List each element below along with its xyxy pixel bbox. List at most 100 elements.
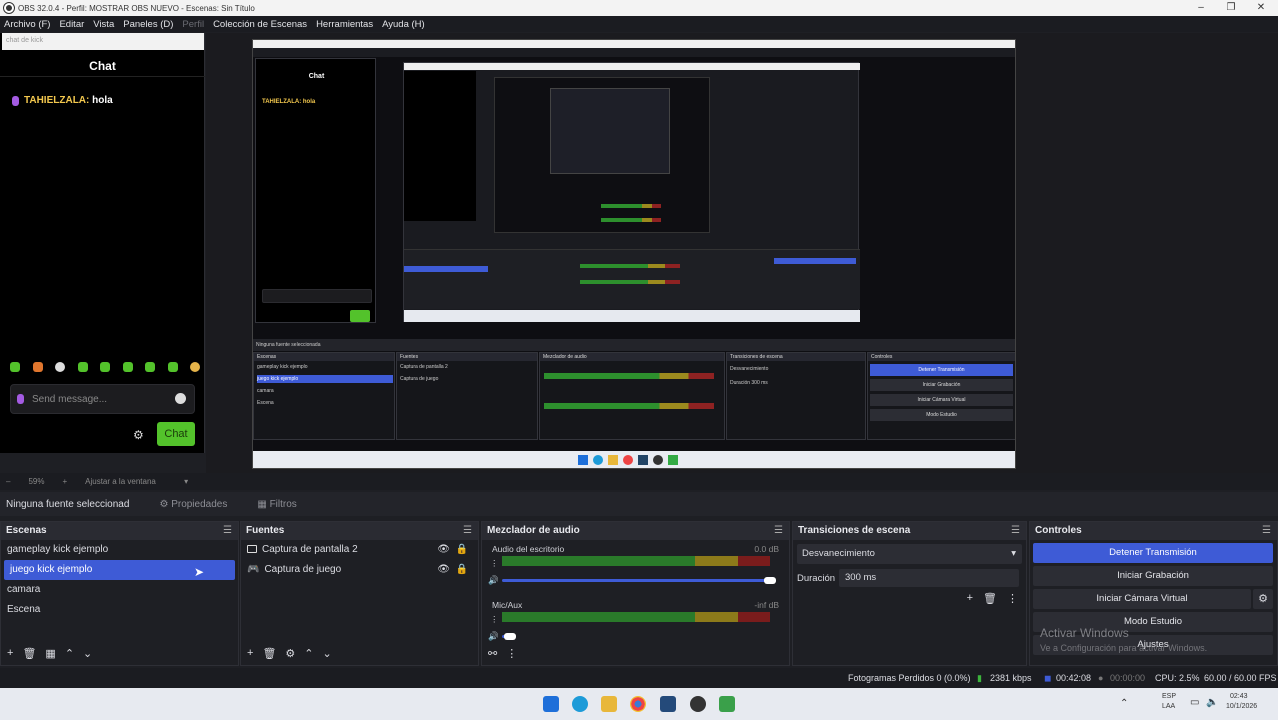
- obs-icon[interactable]: [690, 696, 706, 712]
- eye-icon[interactable]: 👁: [437, 540, 450, 560]
- scene-item[interactable]: camara: [1, 580, 238, 600]
- lock-icon[interactable]: 🔒: [456, 540, 468, 560]
- eye-icon[interactable]: 👁: [437, 560, 450, 580]
- dock-menu-icon[interactable]: ☰: [1011, 522, 1020, 540]
- lang-indicator[interactable]: ESP: [1162, 693, 1176, 700]
- dock-menu-icon[interactable]: ☰: [1262, 522, 1271, 540]
- add-icon[interactable]: +: [247, 647, 253, 660]
- zoom-level[interactable]: 59%: [28, 477, 44, 486]
- chrome-icon: [623, 455, 633, 465]
- virtual-camera-button[interactable]: Iniciar Cámara Virtual: [1033, 589, 1251, 609]
- nested-transition-row: Duración 300 ms: [730, 380, 768, 386]
- link-icon[interactable]: ⚯: [488, 647, 497, 660]
- dock-menu-icon[interactable]: ☰: [463, 522, 472, 540]
- emote-icon[interactable]: [77, 362, 88, 372]
- store-icon[interactable]: [660, 696, 676, 712]
- chevron-up-icon[interactable]: ⌃: [304, 647, 313, 660]
- fit-window-select[interactable]: Ajustar a la ventana ▾: [85, 477, 206, 486]
- emote-icon[interactable]: [145, 362, 155, 372]
- lock-icon[interactable]: 🔒: [456, 560, 468, 580]
- emote-icon[interactable]: [190, 362, 200, 372]
- menu-paneles[interactable]: Paneles (D): [123, 19, 173, 30]
- menu-ayuda[interactable]: Ayuda (H): [382, 19, 425, 30]
- menu-vista[interactable]: Vista: [93, 19, 114, 30]
- emoji-icon[interactable]: [175, 393, 186, 404]
- kebab-icon[interactable]: ⋮: [1007, 592, 1018, 605]
- emote-icon[interactable]: [122, 362, 133, 372]
- speaker-icon[interactable]: 🔊: [488, 575, 499, 586]
- zoom-minus-icon[interactable]: –: [6, 477, 10, 486]
- file-explorer-icon[interactable]: [601, 696, 617, 712]
- filter-icon: ▦: [257, 498, 267, 510]
- sources-dock: Fuentes ☰ Captura de pantalla 2 👁 🔒 🎮 Captu…: [240, 521, 479, 666]
- emote-icon[interactable]: [167, 362, 178, 372]
- menu-archivo[interactable]: Archivo (F): [4, 19, 50, 30]
- add-icon[interactable]: +: [967, 592, 973, 605]
- properties-button[interactable]: ⚙ Propiedades: [159, 499, 227, 510]
- maximize-icon[interactable]: ❐: [1216, 0, 1246, 16]
- filter-icon[interactable]: ▦: [45, 647, 55, 660]
- transition-select[interactable]: Desvanecimiento ▾: [797, 544, 1022, 564]
- clock-date[interactable]: 10/1/2026: [1226, 703, 1257, 710]
- trash-icon[interactable]: 🗑: [983, 592, 997, 605]
- trash-icon[interactable]: 🗑: [22, 647, 36, 660]
- scene-item[interactable]: gameplay kick ejemplo: [1, 540, 238, 560]
- start-icon[interactable]: [543, 696, 559, 712]
- gear-icon[interactable]: ⚙: [133, 428, 144, 442]
- network-icon[interactable]: ▭: [1190, 697, 1199, 708]
- live-icon: ◼: [1044, 673, 1052, 683]
- chevron-up-icon[interactable]: ⌃: [1120, 698, 1128, 709]
- kebab-icon[interactable]: ⋮: [490, 614, 499, 625]
- kick-icon[interactable]: [719, 696, 735, 712]
- edge-icon[interactable]: [572, 696, 588, 712]
- add-icon[interactable]: +: [7, 647, 13, 660]
- lang-indicator-2[interactable]: LAA: [1162, 703, 1175, 710]
- emote-icon[interactable]: [55, 362, 65, 372]
- volume-slider[interactable]: [502, 579, 770, 582]
- nested-sources-head: Fuentes: [397, 353, 537, 361]
- menu-bar: Archivo (F) Editar Vista Paneles (D) Per…: [0, 16, 1278, 32]
- trash-icon[interactable]: 🗑: [262, 647, 276, 660]
- chat-send-button[interactable]: Chat: [157, 422, 195, 446]
- stop-stream-button[interactable]: Detener Transmisión: [1033, 543, 1273, 563]
- gear-icon[interactable]: ⚙: [285, 647, 295, 660]
- dock-menu-icon[interactable]: ☰: [223, 522, 232, 540]
- kebab-icon[interactable]: ⋮: [506, 647, 517, 660]
- chevron-down-icon[interactable]: ⌄: [83, 647, 92, 660]
- emote-icon[interactable]: [100, 362, 110, 372]
- start-recording-button[interactable]: Iniciar Grabación: [1033, 566, 1273, 586]
- menu-editar[interactable]: Editar: [59, 19, 84, 30]
- chevron-down-icon[interactable]: ⌄: [323, 647, 332, 660]
- clock-time[interactable]: 02:43: [1230, 693, 1248, 700]
- nested-meter: [601, 204, 661, 208]
- preview-zoom-strip: – 59% + Ajustar a la ventana ▾: [0, 473, 1278, 490]
- transitions-toolbar: + 🗑 ⋮: [967, 592, 1018, 605]
- filters-button[interactable]: ▦ Filtros: [257, 499, 296, 510]
- zoom-plus-icon[interactable]: +: [62, 477, 67, 486]
- volume-icon[interactable]: 🔈: [1206, 697, 1218, 708]
- dock-menu-icon[interactable]: ☰: [774, 522, 783, 540]
- speaker-icon[interactable]: 🔊: [488, 631, 499, 642]
- chat-url-bar[interactable]: chat de kick: [2, 33, 204, 50]
- chrome-icon[interactable]: [630, 696, 646, 712]
- menu-coleccion-escenas[interactable]: Colección de Escenas: [213, 19, 307, 30]
- source-item[interactable]: 🎮 Captura de juego 👁 🔒: [241, 560, 478, 580]
- menu-perfil[interactable]: Perfil: [182, 19, 204, 30]
- close-icon[interactable]: ✕: [1246, 0, 1276, 16]
- duration-input[interactable]: 300 ms: [839, 569, 1019, 587]
- menu-herramientas[interactable]: Herramientas: [316, 19, 373, 30]
- sources-header: Fuentes ☰: [241, 522, 478, 540]
- kebab-icon[interactable]: ⋮: [490, 558, 499, 569]
- nested-transition-row: Desvanecimiento: [730, 366, 769, 372]
- chevron-up-icon[interactable]: ⌃: [65, 647, 74, 660]
- volume-knob[interactable]: [764, 577, 776, 584]
- source-item[interactable]: Captura de pantalla 2 👁 🔒: [241, 540, 478, 560]
- emote-icon[interactable]: [10, 362, 20, 372]
- scene-item[interactable]: Escena: [1, 600, 238, 620]
- minimize-icon[interactable]: –: [1186, 0, 1216, 16]
- emote-icon[interactable]: [32, 362, 43, 372]
- edge-icon: [593, 455, 603, 465]
- gear-icon[interactable]: ⚙: [1253, 589, 1273, 609]
- volume-knob[interactable]: [504, 633, 516, 640]
- chat-send-input[interactable]: Send message...: [10, 384, 195, 414]
